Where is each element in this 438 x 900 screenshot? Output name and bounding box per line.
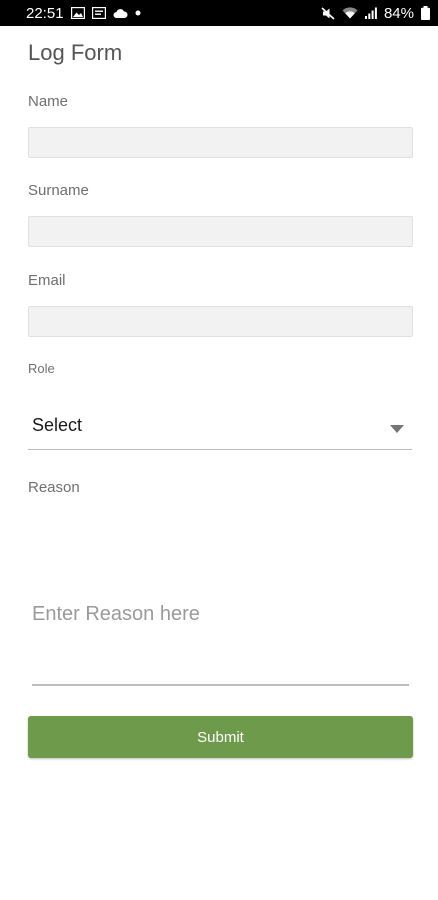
email-field[interactable]	[28, 306, 413, 337]
message-icon	[91, 7, 106, 19]
wifi-icon	[342, 7, 358, 19]
name-field[interactable]	[28, 127, 413, 158]
reason-label: Reason	[28, 479, 80, 496]
page-title: Log Form	[28, 40, 123, 65]
status-time: 22:51	[26, 4, 64, 22]
status-bar-right: 84%	[321, 5, 430, 22]
signal-icon	[364, 7, 377, 19]
name-label: Name	[28, 93, 69, 110]
battery-icon	[421, 6, 430, 20]
status-bar: 22:51 84%	[0, 0, 438, 26]
status-bar-left: 22:51	[26, 5, 141, 22]
cloud-icon	[113, 8, 128, 18]
role-select[interactable]: Select	[28, 404, 412, 450]
role-select-value: Select	[32, 415, 83, 435]
battery-percent: 84%	[383, 4, 414, 22]
reason-textarea[interactable]: Enter Reason here	[32, 580, 409, 686]
submit-button[interactable]: Submit	[28, 716, 413, 758]
email-label: Email	[28, 272, 66, 289]
surname-field[interactable]	[28, 216, 413, 247]
role-label: Role	[28, 361, 55, 376]
surname-label: Surname	[28, 182, 89, 199]
dropdown-arrow-icon[interactable]	[390, 420, 404, 438]
gallery-icon	[70, 7, 85, 19]
reason-placeholder: Enter Reason here	[32, 603, 200, 625]
mute-icon	[321, 6, 335, 20]
dot-icon	[135, 10, 141, 16]
